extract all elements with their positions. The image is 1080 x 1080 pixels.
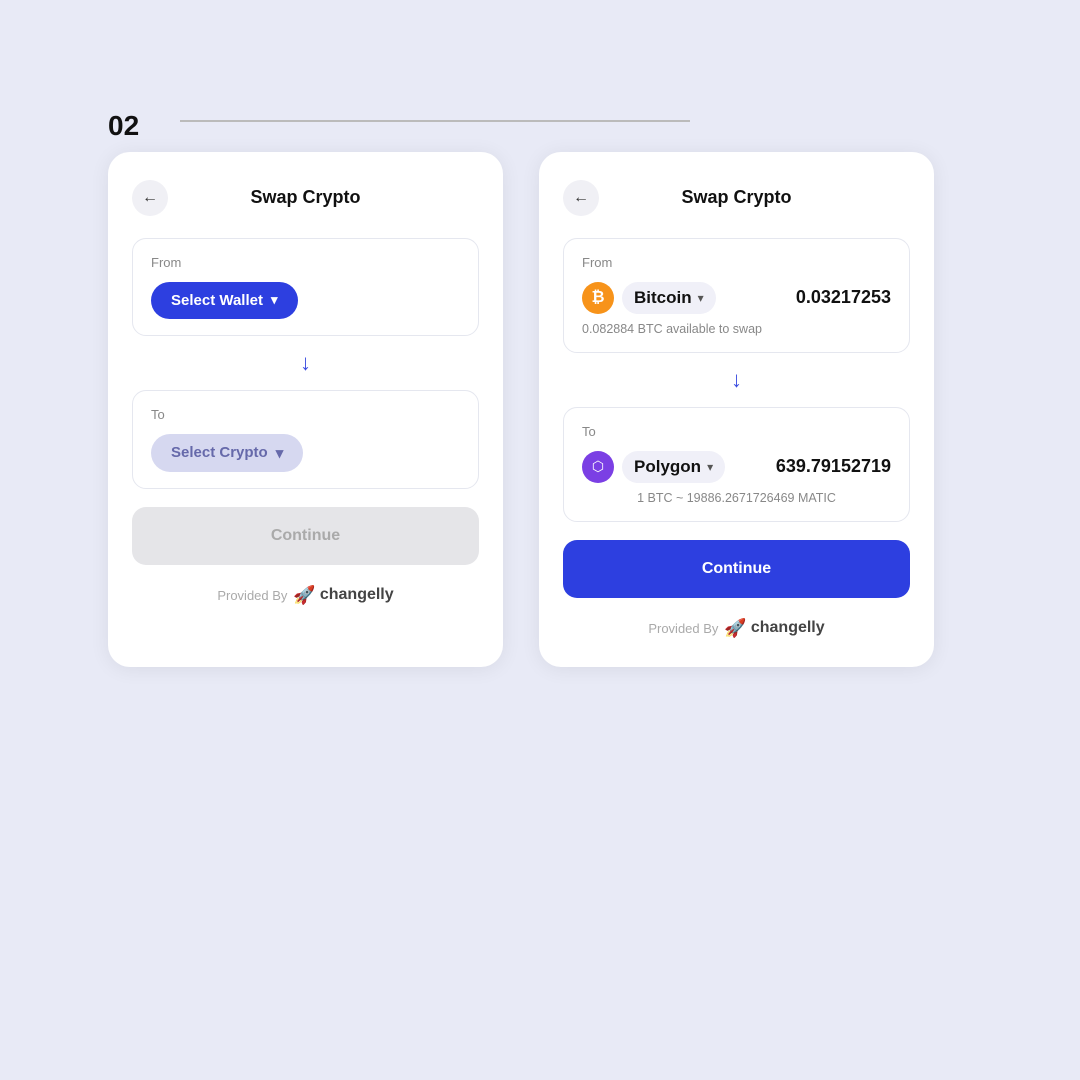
chevron-down-icon-wallet: ▾ bbox=[271, 292, 278, 308]
polygon-selector[interactable]: Polygon ▾ bbox=[622, 451, 725, 483]
continue-button-left[interactable]: Continue bbox=[132, 507, 479, 565]
available-text: 0.082884 BTC available to swap bbox=[582, 322, 891, 336]
to-crypto-left: ⬡ Polygon ▾ bbox=[582, 451, 725, 483]
select-wallet-label: Select Wallet bbox=[171, 292, 263, 309]
card-left-title: Swap Crypto bbox=[168, 187, 443, 208]
changelly-rocket-icon-right: 🚀 bbox=[724, 618, 746, 639]
continue-button-right[interactable]: Continue bbox=[563, 540, 910, 598]
polygon-icon: ⬡ bbox=[582, 451, 614, 483]
back-button-left[interactable]: ← bbox=[132, 180, 168, 216]
to-section-right: To ⬡ Polygon ▾ 639.79152719 1 BTC ~ 1988… bbox=[563, 407, 910, 522]
from-section-right: From ₿ Bitcoin ▾ 0.03217253 0.082884 BTC… bbox=[563, 238, 910, 353]
select-wallet-button[interactable]: Select Wallet ▾ bbox=[151, 282, 298, 319]
changelly-logo-left: 🚀 changelly bbox=[293, 585, 393, 606]
provided-by-label-right: Provided By bbox=[648, 621, 718, 636]
page-number: 02 bbox=[108, 110, 139, 142]
card-left: ← Swap Crypto From Select Wallet ▾ ↓ To … bbox=[108, 152, 503, 667]
from-label-left: From bbox=[151, 255, 460, 270]
select-crypto-label: Select Crypto bbox=[171, 444, 268, 461]
divider-line bbox=[180, 120, 690, 122]
polygon-name: Polygon bbox=[634, 457, 701, 477]
back-arrow-left: ← bbox=[142, 189, 158, 207]
to-amount: 639.79152719 bbox=[776, 456, 891, 477]
from-section-left: From Select Wallet ▾ bbox=[132, 238, 479, 336]
arrow-down-left: ↓ bbox=[132, 352, 479, 374]
to-crypto-row: ⬡ Polygon ▾ 639.79152719 bbox=[582, 451, 891, 483]
changelly-logo-right: 🚀 changelly bbox=[724, 618, 824, 639]
from-amount: 0.03217253 bbox=[796, 287, 891, 308]
to-label-right: To bbox=[582, 424, 891, 439]
chevron-down-polygon: ▾ bbox=[707, 460, 713, 474]
provided-by-label-left: Provided By bbox=[217, 588, 287, 603]
chevron-down-bitcoin: ▾ bbox=[698, 291, 704, 305]
bitcoin-selector[interactable]: Bitcoin ▾ bbox=[622, 282, 716, 314]
to-section-left: To Select Crypto ▾ bbox=[132, 390, 479, 489]
from-label-right: From bbox=[582, 255, 891, 270]
card-right-header: ← Swap Crypto bbox=[563, 180, 910, 216]
card-right-title: Swap Crypto bbox=[599, 187, 874, 208]
select-crypto-button[interactable]: Select Crypto ▾ bbox=[151, 434, 303, 472]
bitcoin-icon: ₿ bbox=[582, 282, 614, 314]
conversion-rate-text: 1 BTC ~ 19886.2671726469 MATIC bbox=[582, 491, 891, 505]
to-label-left: To bbox=[151, 407, 460, 422]
changelly-text-left: changelly bbox=[320, 586, 394, 604]
provided-by-left: Provided By 🚀 changelly bbox=[132, 585, 479, 606]
from-crypto-row: ₿ Bitcoin ▾ 0.03217253 bbox=[582, 282, 891, 314]
bitcoin-name: Bitcoin bbox=[634, 288, 692, 308]
card-right: ← Swap Crypto From ₿ Bitcoin ▾ 0.0321725… bbox=[539, 152, 934, 667]
changelly-rocket-icon-left: 🚀 bbox=[293, 585, 315, 606]
provided-by-right: Provided By 🚀 changelly bbox=[563, 618, 910, 639]
changelly-text-right: changelly bbox=[751, 619, 825, 637]
back-arrow-right: ← bbox=[573, 189, 589, 207]
back-button-right[interactable]: ← bbox=[563, 180, 599, 216]
card-left-header: ← Swap Crypto bbox=[132, 180, 479, 216]
from-crypto-left: ₿ Bitcoin ▾ bbox=[582, 282, 716, 314]
chevron-down-icon-crypto: ▾ bbox=[276, 444, 284, 462]
arrow-down-right: ↓ bbox=[563, 369, 910, 391]
